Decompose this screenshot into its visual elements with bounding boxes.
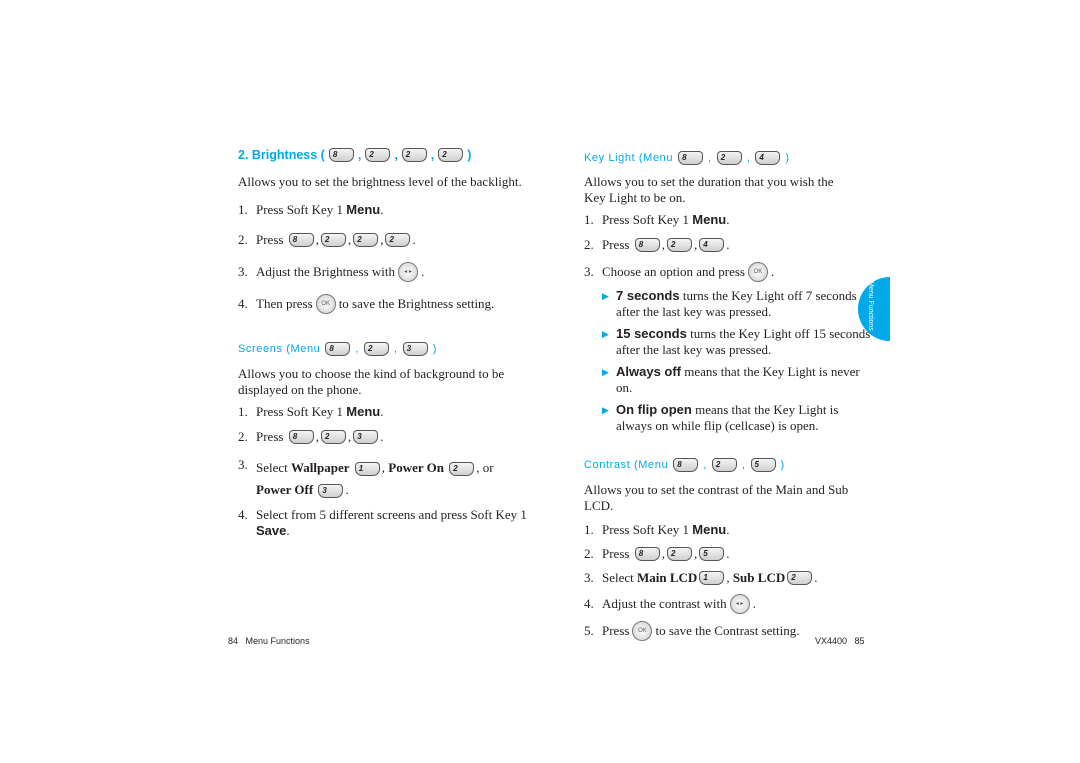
key-8-icon: 8 <box>634 238 660 252</box>
bullet-triangle-icon: ▶ <box>602 329 609 339</box>
contrast-step-3: 3. Select Main LCD 1, Sub LCD 2. <box>584 570 818 585</box>
key-2-icon: 2 <box>711 458 737 472</box>
key-light-option: ▶ Always off means that the Key Light is… <box>602 364 860 395</box>
key-2-icon: 2 <box>666 238 692 252</box>
key-2-icon: 2 <box>320 430 346 444</box>
key-4-icon: 4 <box>699 238 725 252</box>
key-2-icon: 2 <box>320 233 346 247</box>
key-3-icon: 3 <box>353 430 379 444</box>
key-2-icon: 2 <box>364 342 390 356</box>
brightness-step-3: 3. Adjust the Brightness with ◂ ▸. <box>238 262 528 282</box>
bullet-triangle-icon: ▶ <box>602 367 609 377</box>
contrast-step-2: 2. Press 8, 2, 5. <box>584 546 730 561</box>
navigation-key-icon: ◂ ▸ <box>729 594 750 614</box>
key-8-icon: 8 <box>288 430 314 444</box>
ok-key-icon: OK <box>315 294 336 314</box>
key-1-icon: 1 <box>699 571 725 585</box>
ok-key-icon: OK <box>747 262 768 282</box>
page-number: 85 <box>854 636 865 646</box>
key-5-icon: 5 <box>699 547 725 561</box>
key-light-option: ▶ 15 seconds turns the Key Light off 15 … <box>602 326 871 357</box>
ok-key-icon: OK <box>632 621 653 641</box>
right-column: Key Light (Menu 8, 2, 4 ) Allows you to … <box>584 151 874 641</box>
contrast-step-1: 1. Press Soft Key 1 Menu. <box>584 522 730 537</box>
key-2-icon: 2 <box>438 148 464 162</box>
key-8-icon: 8 <box>328 148 354 162</box>
key-3-icon: 3 <box>402 342 428 356</box>
brightness-step-1: 1. Press Soft Key 1 Menu. <box>238 202 384 217</box>
key-light-step-1: 1. Press Soft Key 1 Menu. <box>584 212 730 227</box>
key-2-icon: 2 <box>449 462 475 477</box>
key-light-description: Allows you to set the duration that you … <box>584 174 834 205</box>
key-2-icon: 2 <box>353 233 379 247</box>
screens-step-4: 4. Select from 5 different screens and p… <box>238 507 527 538</box>
brightness-step-4: 4. Then press OK to save the Brightness … <box>238 294 528 314</box>
right-footer: VX4400 85 <box>815 636 865 646</box>
key-3-icon: 3 <box>318 484 344 499</box>
brightness-heading: 2. Brightness ( 8, 2, 2, 2 ) <box>238 148 472 162</box>
key-light-heading: Key Light (Menu 8, 2, 4 ) <box>584 151 790 165</box>
key-8-icon: 8 <box>673 458 699 472</box>
key-4-icon: 4 <box>755 151 781 165</box>
navigation-key-icon: ◂ ▸ <box>398 262 419 282</box>
key-2-icon: 2 <box>716 151 742 165</box>
contrast-description: Allows you to set the contrast of the Ma… <box>584 482 849 513</box>
key-8-icon: 8 <box>288 233 314 247</box>
brightness-step-2: 2. Press 8, 2, 2, 2. <box>238 232 416 247</box>
contrast-step-4: 4. Adjust the contrast with ◂ ▸. <box>584 594 874 614</box>
screens-step-2: 2. Press 8, 2, 3. <box>238 429 384 444</box>
key-8-icon: 8 <box>634 547 660 561</box>
left-footer: 84 Menu Functions <box>228 636 310 646</box>
key-1-icon: 1 <box>354 462 380 477</box>
key-8-icon: 8 <box>678 151 704 165</box>
key-light-step-2: 2. Press 8, 2, 4. <box>584 237 730 252</box>
key-light-step-3: 3. Choose an option and press OK. <box>584 262 874 282</box>
key-2-icon: 2 <box>385 233 411 247</box>
screens-step-3: 3. Select Wallpaper 1, Power On 2, or Po… <box>238 457 494 499</box>
key-5-icon: 5 <box>750 458 776 472</box>
bullet-triangle-icon: ▶ <box>602 291 609 301</box>
brightness-description: Allows you to set the brightness level o… <box>238 174 522 189</box>
screens-heading: Screens (Menu 8, 2, 3 ) <box>238 342 437 356</box>
key-8-icon: 8 <box>325 342 351 356</box>
key-2-icon: 2 <box>787 571 813 585</box>
key-2-icon: 2 <box>365 148 391 162</box>
bullet-triangle-icon: ▶ <box>602 405 609 415</box>
page-number: 84 <box>228 636 239 646</box>
key-light-option: ▶ 7 seconds turns the Key Light off 7 se… <box>602 288 857 319</box>
key-light-option: ▶ On flip open means that the Key Light … <box>602 402 839 433</box>
screens-description: Allows you to choose the kind of backgro… <box>238 366 505 397</box>
left-column: 2. Brightness ( 8, 2, 2, 2 ) Allows you … <box>238 148 528 539</box>
key-2-icon: 2 <box>666 547 692 561</box>
model-name: VX4400 <box>815 636 848 646</box>
key-2-icon: 2 <box>401 148 427 162</box>
screens-step-1: 1. Press Soft Key 1 Menu. <box>238 404 384 419</box>
section-title: Menu Functions <box>245 636 310 646</box>
contrast-heading: Contrast (Menu 8, 2, 5 ) <box>584 458 785 472</box>
